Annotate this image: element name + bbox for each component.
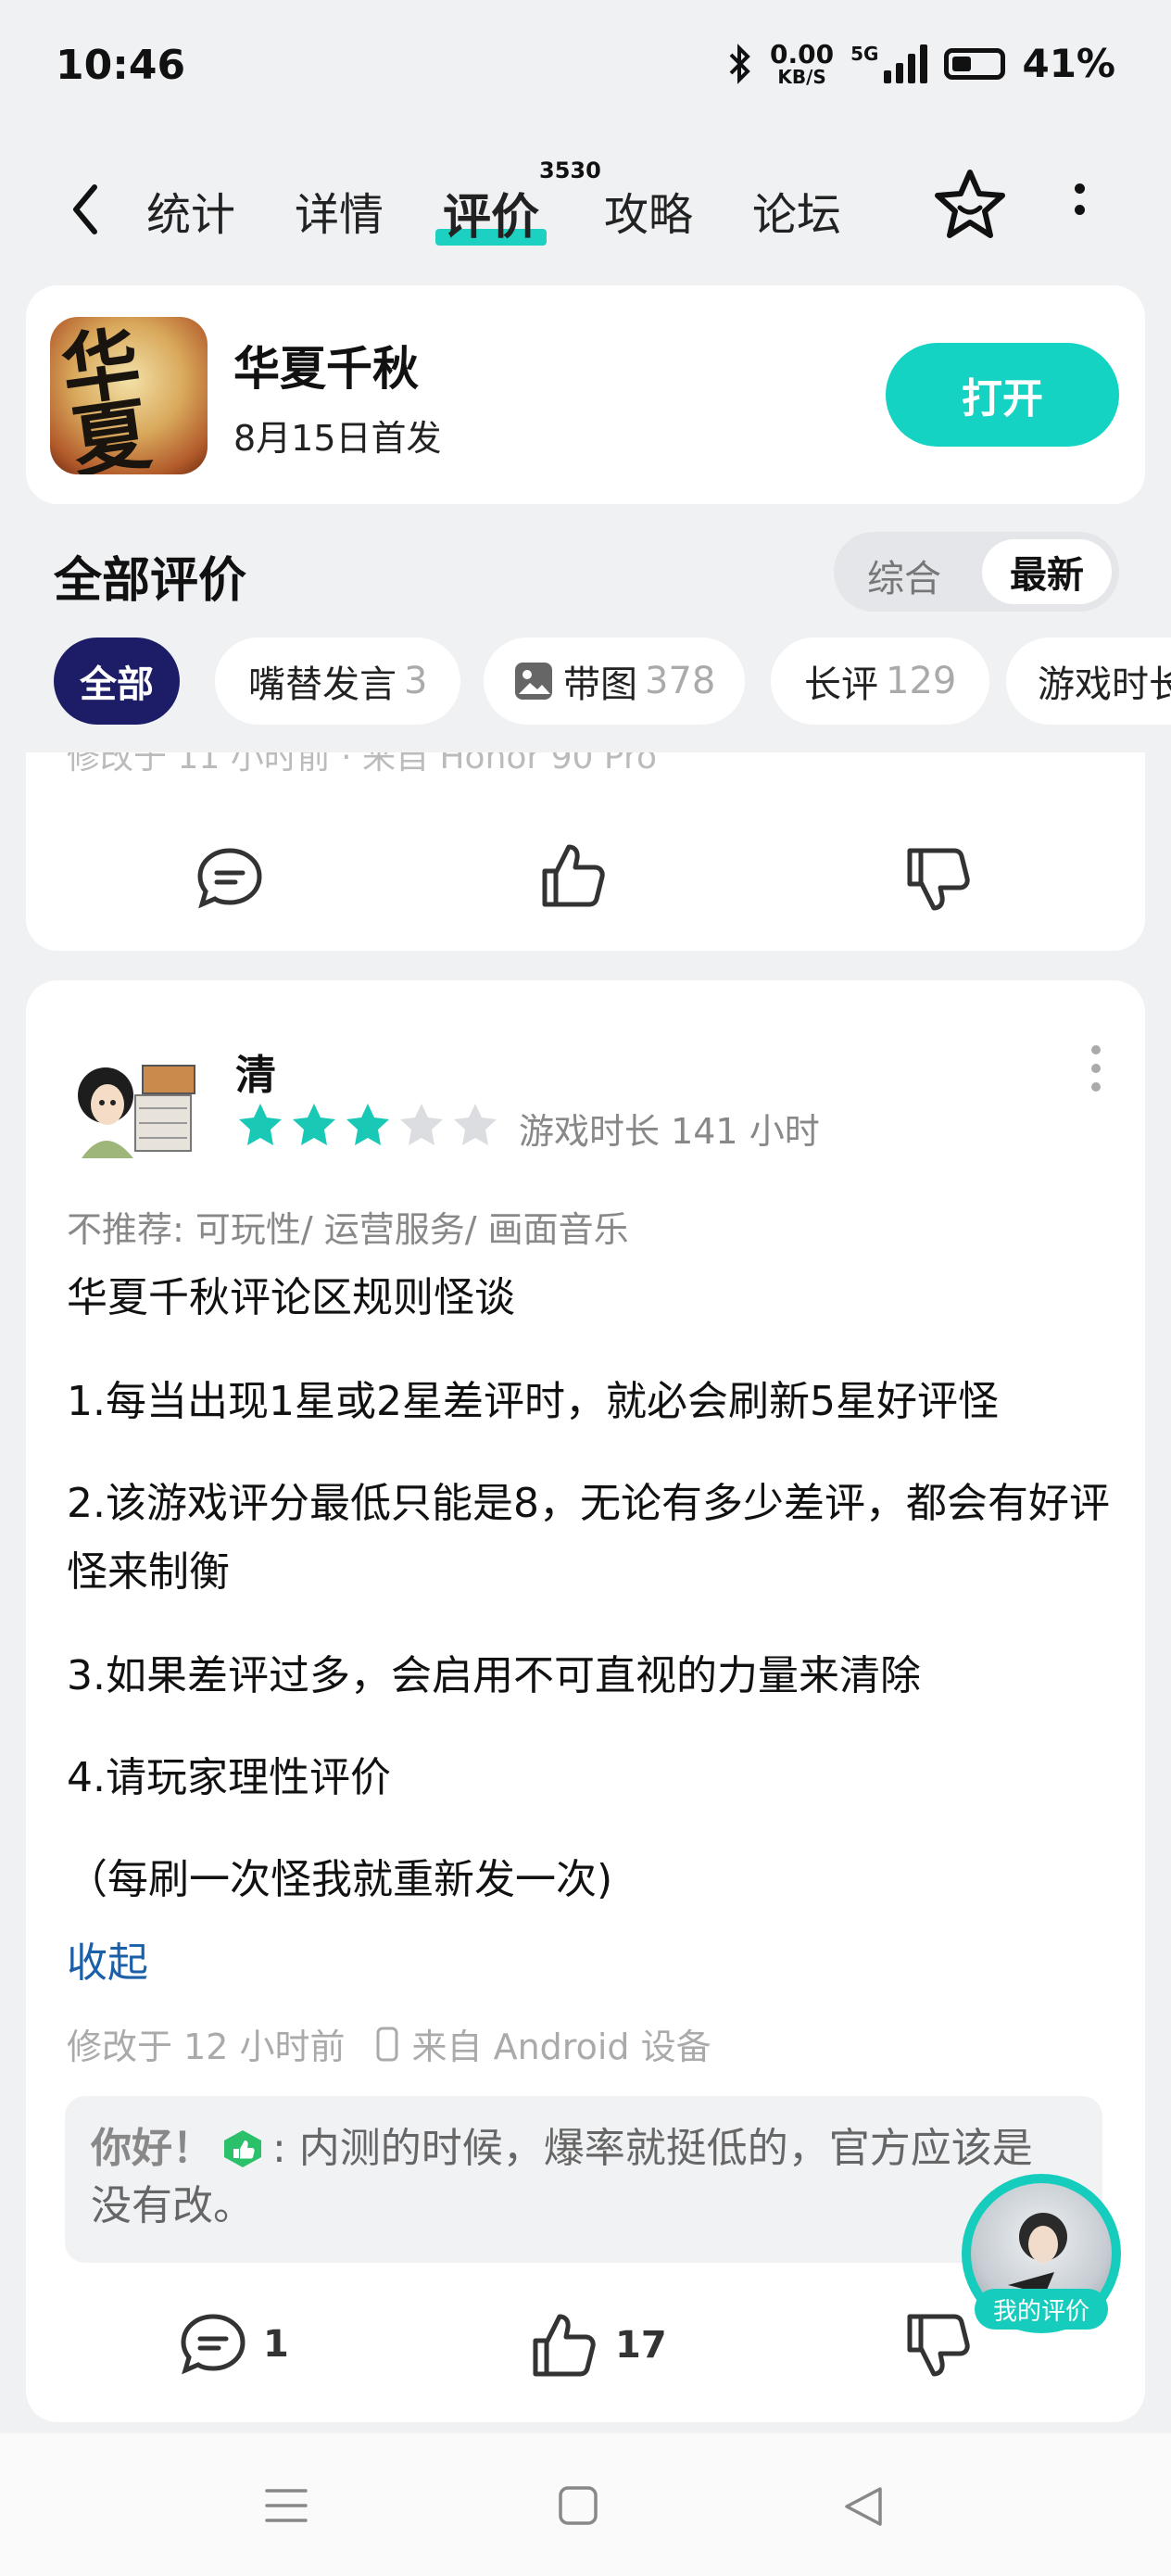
like-icon[interactable] — [535, 838, 611, 914]
review-line: 4.请玩家理性评价 — [67, 1754, 391, 1801]
battery-icon — [944, 47, 1006, 80]
tab-details[interactable]: 详情 — [295, 178, 384, 243]
my-review-button[interactable]: 我的评价 — [962, 2174, 1121, 2333]
top-nav: 统计 详情 评价 3530 攻略 论坛 — [0, 158, 1171, 259]
image-icon — [515, 663, 552, 700]
rating-stars — [235, 1101, 500, 1149]
filter-mouthpiece[interactable]: 嘴替发言 3 — [215, 638, 461, 725]
review-tags: 不推荐: 可玩性/ 运营服务/ 画面音乐 — [67, 1209, 629, 1250]
phone-icon — [376, 2027, 398, 2061]
collapse-link[interactable]: 收起 — [67, 1929, 148, 1989]
sort-comprehensive[interactable]: 综合 — [867, 549, 941, 602]
tab-guides[interactable]: 攻略 — [604, 178, 693, 243]
bluetooth-icon — [729, 43, 750, 84]
username[interactable]: 清 — [235, 1042, 276, 1101]
tab-reviews[interactable]: 评价 — [434, 178, 548, 247]
sort-toggle: 综合 最新 — [834, 532, 1119, 612]
like-count: 17 — [615, 2324, 667, 2367]
comment-count: 1 — [263, 2323, 289, 2366]
official-badge-icon — [224, 2130, 261, 2167]
star-filled-icon — [346, 1104, 389, 1145]
clock: 10:46 — [56, 42, 186, 89]
my-review-label: 我的评价 — [975, 2289, 1108, 2330]
dislike-icon — [907, 2314, 970, 2377]
review-line: 华夏千秋评论区规则怪谈 — [67, 1274, 515, 1321]
favorite-star-icon[interactable] — [932, 167, 1008, 243]
review-more-icon[interactable] — [1091, 1045, 1101, 1092]
star-filled-icon — [293, 1104, 335, 1145]
comment-icon[interactable] — [193, 841, 267, 915]
dislike-icon[interactable] — [900, 841, 976, 917]
like-button[interactable]: 17 — [526, 2307, 667, 2383]
device-source: 来自 Android 设备 — [411, 2027, 711, 2067]
release-date: 8月15日首发 — [233, 418, 442, 459]
battery-percent: 41% — [1022, 41, 1115, 86]
back-nav-icon[interactable] — [843, 2485, 884, 2528]
filter-with-images[interactable]: 带图 378 — [484, 638, 746, 725]
star-empty-icon — [400, 1104, 443, 1145]
comment-button[interactable]: 1 — [176, 2307, 289, 2381]
filter-all[interactable]: 全部 — [54, 638, 180, 725]
modified-time: 修改于 12 小时前 — [67, 2027, 346, 2067]
star-filled-icon — [239, 1104, 282, 1145]
net-speed: 0.00 KB/S — [770, 38, 835, 88]
signal-icon: 5G — [850, 44, 928, 83]
open-button[interactable]: 打开 — [886, 343, 1119, 447]
tab-forum[interactable]: 论坛 — [752, 178, 841, 243]
system-nav-bar — [0, 2433, 1171, 2576]
home-icon[interactable] — [558, 2485, 598, 2526]
review-line: 2.该游戏评分最低只能是8，无论有多少差评，都会有好评怪来制衡 — [67, 1480, 1110, 1596]
filter-long-review[interactable]: 长评 129 — [771, 638, 990, 725]
game-icon[interactable]: 华夏 — [50, 317, 208, 474]
review-meta: 修改于 12 小时前 来自 Android 设备 — [67, 2018, 711, 2069]
previous-review-meta: 修改于 11 小时前 · 来自 Honor 90 Pro — [67, 752, 658, 777]
sort-latest[interactable]: 最新 — [982, 539, 1112, 604]
reply-greeting: 你好！ — [91, 2125, 213, 2172]
review-line: 3.如果差评过多，会启用不可直视的力量来清除 — [67, 1652, 921, 1699]
game-title: 华夏千秋 — [233, 342, 419, 396]
filter-playtime[interactable]: 游戏时长 — [1006, 638, 1171, 725]
star-empty-icon — [454, 1104, 497, 1145]
status-bar: 10:46 0.00 KB/S 5G 41% — [0, 0, 1171, 139]
tab-stats[interactable]: 统计 — [146, 178, 235, 243]
playtime: 游戏时长 141 小时 — [519, 1111, 820, 1152]
previous-review-card: 修改于 11 小时前 · 来自 Honor 90 Pro — [26, 752, 1145, 951]
status-icons: 0.00 KB/S 5G 41% — [727, 41, 1115, 86]
more-menu-icon[interactable] — [1075, 183, 1085, 215]
like-icon — [533, 2314, 596, 2377]
comment-icon — [181, 2314, 246, 2375]
back-icon[interactable] — [67, 180, 104, 239]
review-line: （每刷一次怪我就重新发一次) — [67, 1856, 613, 1903]
dislike-button[interactable] — [900, 2307, 976, 2383]
review-line: 1.每当出现1星或2星差评时，就必会刷新5星好评怪 — [67, 1378, 999, 1425]
section-title: 全部评价 — [54, 553, 247, 609]
avatar[interactable] — [61, 1038, 200, 1168]
review-count-badge: 3530 — [539, 158, 601, 183]
game-card: 华夏 华夏千秋 8月15日首发 打开 — [26, 285, 1145, 504]
developer-reply[interactable]: 你好！: 内测的时候，爆率就挺低的，官方应该是没有改。 — [65, 2096, 1102, 2263]
menu-icon[interactable] — [265, 2487, 308, 2524]
